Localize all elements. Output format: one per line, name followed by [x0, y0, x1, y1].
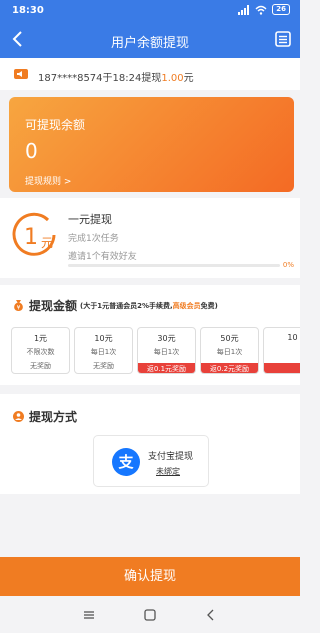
one-yuan-invite: 邀请1个有效好友 [68, 252, 137, 262]
system-nav-bar [0, 596, 300, 633]
progress-percent: 0% [282, 261, 294, 269]
confirm-withdraw-button[interactable]: 确认提现 [0, 557, 300, 596]
notice-amount: 1.00 [161, 73, 184, 84]
status-icons: 26 [238, 4, 290, 15]
status-time: 18:30 [12, 5, 44, 16]
withdraw-notice: 187****8574于18:24提现1.00元 [0, 58, 300, 90]
option-limit: 每日1次 [153, 348, 180, 356]
alipay-bind-status[interactable]: 未绑定 [156, 466, 180, 477]
amount-section-title: 提现金额 [29, 299, 78, 313]
withdraw-amount-section: ¥ 提现金额 (大于1元普通会员2%手续费,高级会员免费) 1元 不限次数 无奖… [0, 285, 300, 385]
amount-option-50[interactable]: 50元 每日1次 返0.2元奖励 [200, 327, 259, 374]
option-limit: 不限次数 [26, 348, 55, 356]
page-title: 用户余额提现 [110, 36, 189, 51]
alipay-name: 支付宝提现 [148, 452, 194, 462]
one-yuan-task: 完成1次任务 [68, 234, 119, 244]
home-key-icon[interactable] [143, 608, 157, 622]
wifi-icon [255, 5, 267, 15]
amount-option-partial[interactable]: 10 [263, 327, 300, 374]
balance-value: 0 [25, 139, 38, 163]
amount-option-30[interactable]: 30元 每日1次 返0.1元奖励 [137, 327, 196, 374]
menu-key-icon[interactable] [82, 608, 96, 622]
option-limit: 每日1次 [216, 348, 243, 356]
option-reward-badge: 返0.2元奖励 [201, 363, 258, 373]
amount-option-1[interactable]: 1元 不限次数 无奖励 [11, 327, 70, 374]
one-yuan-withdraw-card[interactable]: 1 元 一元提现 完成1次任务 邀请1个有效好友 0% [0, 198, 300, 278]
method-icon [13, 411, 24, 422]
svg-text:元: 元 [41, 236, 53, 250]
svg-text:¥: ¥ [17, 305, 21, 312]
one-yuan-title: 一元提现 [68, 213, 112, 226]
money-bag-icon: ¥ [14, 300, 23, 312]
alipay-option[interactable]: 支 支付宝提现 未绑定 [93, 435, 209, 487]
option-reward: 无奖励 [93, 362, 114, 370]
one-yuan-badge-icon: 1 元 [10, 211, 58, 259]
nav-bar: 用户余额提现 [0, 22, 300, 58]
back-key-icon[interactable] [204, 608, 218, 622]
option-limit: 每日1次 [90, 348, 117, 356]
svg-text:1: 1 [24, 225, 38, 250]
status-bar: 18:30 26 [0, 0, 300, 22]
option-reward-badge: 返0.1元奖励 [138, 363, 195, 373]
battery-icon: 26 [272, 4, 290, 15]
option-amount: 10 [287, 333, 298, 342]
record-list-icon[interactable] [274, 30, 292, 48]
one-yuan-progress-bar [68, 264, 280, 267]
option-amount: 1元 [33, 334, 48, 343]
amount-option-10[interactable]: 10元 每日1次 无奖励 [74, 327, 133, 374]
balance-card: 可提现余额 0 提现规则 > [9, 97, 294, 192]
option-amount: 50元 [220, 334, 239, 343]
option-reward: 无奖励 [30, 362, 51, 370]
amount-options: 1元 不限次数 无奖励 10元 每日1次 无奖励 30元 每日1次 返0.1元奖… [11, 327, 300, 374]
option-reward-badge [264, 363, 300, 373]
withdraw-rule-link[interactable]: 提现规则 > [25, 174, 71, 187]
notice-text: 187****8574于18:24提现1.00元 [38, 73, 194, 84]
signal-icon [238, 4, 250, 15]
option-amount: 10元 [94, 334, 113, 343]
balance-label: 可提现余额 [25, 118, 86, 132]
option-amount: 30元 [157, 334, 176, 343]
alipay-logo-icon: 支 [112, 448, 140, 476]
speaker-icon [14, 69, 28, 79]
method-section-title: 提现方式 [29, 410, 78, 424]
fee-note: (大于1元普通会员2%手续费,高级会员免费) [80, 301, 218, 310]
amount-section-header: ¥ 提现金额 (大于1元普通会员2%手续费,高级会员免费) [12, 297, 218, 314]
method-section-header: 提现方式 [12, 408, 77, 425]
